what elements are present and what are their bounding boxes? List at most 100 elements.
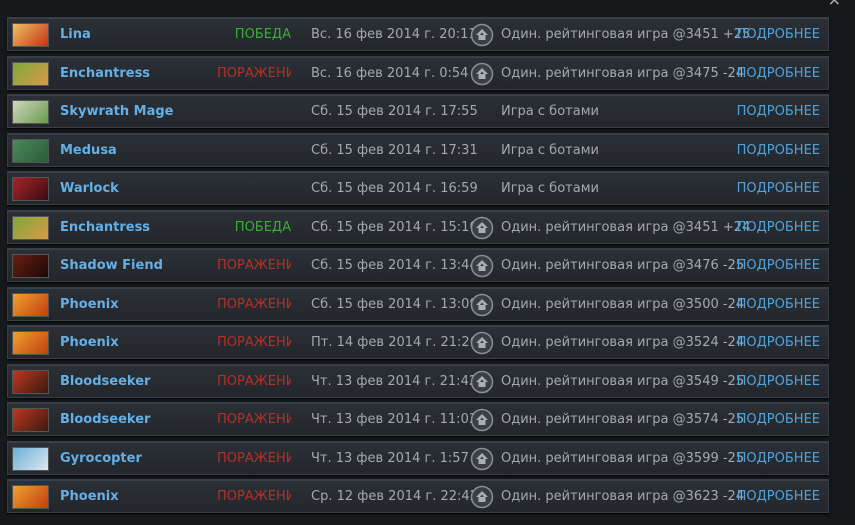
details-link[interactable]: ПОДРОБНЕЕ — [737, 172, 820, 206]
hero-portrait — [12, 446, 49, 471]
hero-name[interactable]: Warlock — [60, 172, 119, 206]
details-link[interactable]: ПОДРОБНЕЕ — [737, 480, 820, 514]
match-row[interactable]: Enchantress ПОРАЖЕНИЕ Вс. 16 фев 2014 г.… — [7, 55, 829, 91]
match-row[interactable]: Phoenix ПОРАЖЕНИЕ Ср. 12 фев 2014 г. 22:… — [7, 479, 829, 513]
match-row[interactable]: Bloodseeker ПОРАЖЕНИЕ Чт. 13 фев 2014 г.… — [7, 363, 829, 399]
match-result: ПОБЕДА — [234, 219, 291, 235]
details-link[interactable]: ПОДРОБНЕЕ — [737, 18, 820, 52]
details-link[interactable]: ПОДРОБНЕЕ — [737, 288, 820, 322]
match-result: ПОРАЖЕНИЕ — [217, 489, 291, 504]
game-mode: Один. рейтинговая игра @3500 -24 — [501, 296, 745, 312]
match-row[interactable]: Skywrath Mage Сб. 15 фев 2014 г. 17:55 И… — [7, 94, 829, 128]
match-date: Вс. 16 фев 2014 г. 0:54 — [311, 65, 469, 81]
game-mode: Один. рейтинговая игра @3475 -24 — [501, 65, 745, 81]
match-row[interactable]: Bloodseeker ПОРАЖЕНИЕ Чт. 13 фев 2014 г.… — [7, 402, 829, 436]
ranked-mode-icon — [470, 408, 494, 432]
match-history-list: Lina ПОБЕДА Вс. 16 фев 2014 г. 20:11 Оди… — [7, 17, 829, 518]
hero-name[interactable]: Phoenix — [60, 480, 119, 514]
match-row[interactable]: Gyrocopter ПОРАЖЕНИЕ Чт. 13 фев 2014 г. … — [7, 440, 829, 476]
close-icon[interactable]: × — [828, 0, 841, 8]
hero-name[interactable]: Lina — [60, 18, 91, 52]
game-mode: Один. рейтинговая игра @3599 -25 — [501, 450, 745, 466]
match-result: ПОРАЖЕНИЕ — [217, 65, 291, 81]
game-mode: Игра с ботами — [501, 181, 599, 196]
hero-portrait — [12, 485, 49, 509]
match-date: Сб. 15 фев 2014 г. 13:09 — [311, 296, 478, 312]
game-mode: Один. рейтинговая игра @3524 -24 — [501, 335, 745, 350]
hero-portrait — [12, 23, 49, 47]
hero-name[interactable]: Skywrath Mage — [60, 95, 174, 129]
hero-name[interactable]: Gyrocopter — [60, 442, 142, 476]
hero-portrait — [12, 100, 49, 124]
hero-portrait — [12, 331, 49, 355]
hero-name[interactable]: Medusa — [60, 134, 117, 168]
match-result: ПОРАЖЕНИЕ — [217, 450, 291, 466]
match-date: Пт. 14 фев 2014 г. 21:26 — [311, 335, 478, 350]
hero-portrait — [12, 138, 49, 163]
ranked-mode-icon — [470, 62, 494, 85]
hero-name[interactable]: Shadow Fiend — [60, 249, 163, 283]
hero-name[interactable]: Enchantress — [60, 211, 150, 245]
match-date: Сб. 15 фев 2014 г. 17:31 — [311, 142, 478, 158]
hero-portrait — [12, 254, 49, 278]
details-link[interactable]: ПОДРОБНЕЕ — [737, 249, 820, 283]
hero-name[interactable]: Phoenix — [60, 326, 119, 360]
hero-name[interactable]: Enchantress — [60, 57, 150, 91]
ranked-mode-icon — [470, 23, 494, 47]
match-row[interactable]: Lina ПОБЕДА Вс. 16 фев 2014 г. 20:11 Оди… — [7, 17, 829, 51]
match-row[interactable]: Phoenix ПОРАЖЕНИЕ Сб. 15 фев 2014 г. 13:… — [7, 286, 829, 322]
details-link[interactable]: ПОДРОБНЕЕ — [737, 326, 820, 360]
match-row[interactable]: Medusa Сб. 15 фев 2014 г. 17:31 Игра с б… — [7, 132, 829, 168]
match-row[interactable]: Shadow Fiend ПОРАЖЕНИЕ Сб. 15 фев 2014 г… — [7, 248, 829, 282]
hero-portrait — [12, 369, 49, 394]
match-date: Ср. 12 фев 2014 г. 22:42 — [311, 489, 478, 504]
details-link[interactable]: ПОДРОБНЕЕ — [737, 442, 820, 476]
hero-portrait — [12, 292, 49, 317]
match-row[interactable]: Phoenix ПОРАЖЕНИЕ Пт. 14 фев 2014 г. 21:… — [7, 325, 829, 359]
hero-name[interactable]: Bloodseeker — [60, 403, 150, 437]
match-result: ПОРАЖЕНИЕ — [217, 412, 291, 427]
hero-portrait — [12, 61, 49, 86]
ranked-mode-icon — [470, 485, 494, 509]
ranked-mode-icon — [470, 254, 494, 278]
ranked-mode-icon — [470, 370, 494, 393]
game-mode: Один. рейтинговая игра @3451 +24 — [501, 219, 751, 235]
game-mode: Игра с ботами — [501, 104, 599, 119]
match-date: Сб. 15 фев 2014 г. 17:55 — [311, 104, 478, 119]
match-result: ПОРАЖЕНИЕ — [217, 335, 291, 350]
game-mode: Один. рейтинговая игра @3476 -25 — [501, 258, 745, 273]
hero-portrait — [12, 177, 49, 201]
match-row[interactable]: Warlock Сб. 15 фев 2014 г. 16:59 Игра с … — [7, 171, 829, 205]
hero-name[interactable]: Bloodseeker — [60, 365, 150, 399]
details-link[interactable]: ПОДРОБНЕЕ — [737, 365, 820, 399]
match-result: ПОРАЖЕНИЕ — [217, 296, 291, 312]
match-date: Сб. 15 фев 2014 г. 16:59 — [311, 181, 478, 196]
details-link[interactable]: ПОДРОБНЕЕ — [737, 95, 820, 129]
match-result: ПОРАЖЕНИЕ — [217, 373, 291, 389]
game-mode: Один. рейтинговая игра @3451 +25 — [501, 27, 751, 42]
match-date: Чт. 13 фев 2014 г. 1:57 — [311, 450, 469, 466]
game-mode: Игра с ботами — [501, 142, 599, 158]
hero-name[interactable]: Phoenix — [60, 288, 119, 322]
hero-portrait — [12, 215, 49, 240]
match-row[interactable]: Enchantress ПОБЕДА Сб. 15 фев 2014 г. 15… — [7, 209, 829, 245]
details-link[interactable]: ПОДРОБНЕЕ — [737, 134, 820, 168]
details-link[interactable]: ПОДРОБНЕЕ — [737, 403, 820, 437]
game-mode: Один. рейтинговая игра @3549 -25 — [501, 373, 745, 389]
game-mode: Один. рейтинговая игра @3574 -25 — [501, 412, 745, 427]
match-date: Сб. 15 фев 2014 г. 15:10 — [311, 219, 478, 235]
match-date: Чт. 13 фев 2014 г. 11:03 — [311, 412, 478, 427]
match-result: ПОБЕДА — [234, 27, 291, 42]
ranked-mode-icon — [470, 447, 494, 470]
game-mode: Один. рейтинговая игра @3623 -24 — [501, 489, 745, 504]
match-date: Чт. 13 фев 2014 г. 21:42 — [311, 373, 478, 389]
hero-portrait — [12, 408, 49, 432]
match-date: Сб. 15 фев 2014 г. 13:44 — [311, 258, 478, 273]
ranked-mode-icon — [470, 293, 494, 316]
match-date: Вс. 16 фев 2014 г. 20:11 — [311, 27, 477, 42]
ranked-mode-icon — [470, 331, 494, 355]
match-result: ПОРАЖЕНИЕ — [217, 258, 291, 273]
ranked-mode-icon — [470, 216, 494, 239]
details-link[interactable]: ПОДРОБНЕЕ — [737, 57, 820, 91]
details-link[interactable]: ПОДРОБНЕЕ — [737, 211, 820, 245]
